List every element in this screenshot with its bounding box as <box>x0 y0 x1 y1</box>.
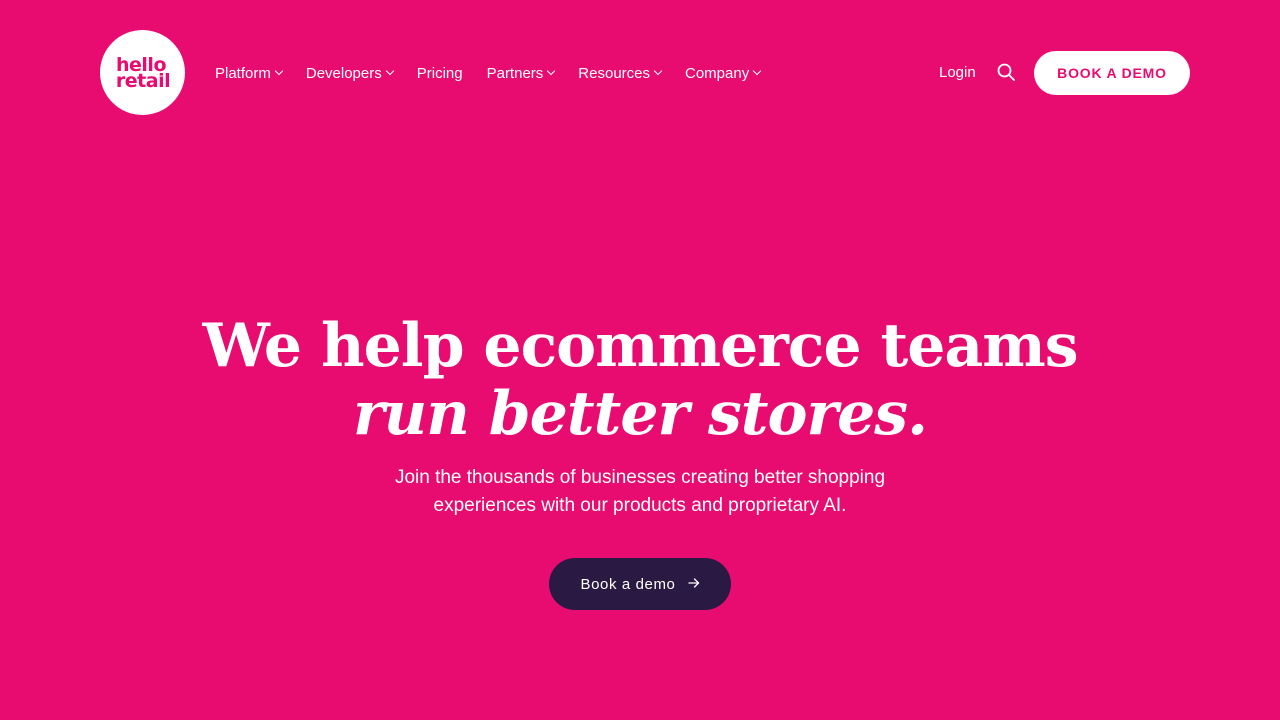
page: hello retail Platform Developers Pricing… <box>0 0 1280 720</box>
nav-item-platform[interactable]: Platform <box>215 64 284 82</box>
hero-title: We help ecommerce teams run better store… <box>0 310 1280 446</box>
nav-item-resources[interactable]: Resources <box>578 64 663 82</box>
main-nav: Platform Developers Pricing Partners Res… <box>215 62 784 84</box>
chevron-down-icon <box>274 66 284 76</box>
nav-item-label: Platform <box>215 64 271 82</box>
chevron-down-icon <box>653 66 663 76</box>
nav-item-developers[interactable]: Developers <box>305 64 394 82</box>
nav-item-partners[interactable]: Partners <box>486 64 556 82</box>
login-link[interactable]: Login <box>939 62 976 84</box>
nav-item-pricing[interactable]: Pricing <box>417 65 463 82</box>
cta-label: Book a demo <box>580 575 676 593</box>
hello-retail-logo[interactable]: hello retail <box>100 30 185 115</box>
search-button[interactable] <box>996 62 1016 82</box>
nav-item-label: Pricing <box>416 64 463 82</box>
nav-item-label: Company <box>685 64 750 82</box>
logo-line2: retail <box>115 69 171 92</box>
hero-subtitle-line2: experiences with our products and propri… <box>433 495 847 516</box>
nav-item-label: Developers <box>305 64 382 82</box>
hero-subtitle: Join the thousands of businesses creatin… <box>340 464 940 520</box>
hero-title-line1: We help ecommerce teams <box>202 311 1078 381</box>
nav-item-company[interactable]: Company <box>685 64 762 82</box>
book-demo-header-button[interactable]: BOOK A DEMO <box>1034 51 1190 95</box>
nav-item-label: Resources <box>578 64 650 82</box>
chevron-down-icon <box>385 66 394 76</box>
nav-item-label: Partners <box>486 64 544 82</box>
search-icon <box>997 63 1015 81</box>
book-demo-hero-button[interactable]: Book a demo <box>549 558 731 610</box>
arrow-right-icon <box>687 576 700 593</box>
chevron-down-icon <box>547 66 556 76</box>
hero-title-line2: run better stores. <box>353 379 928 449</box>
chevron-down-icon <box>752 66 762 76</box>
hero-subtitle-line1: Join the thousands of businesses creatin… <box>394 467 886 488</box>
